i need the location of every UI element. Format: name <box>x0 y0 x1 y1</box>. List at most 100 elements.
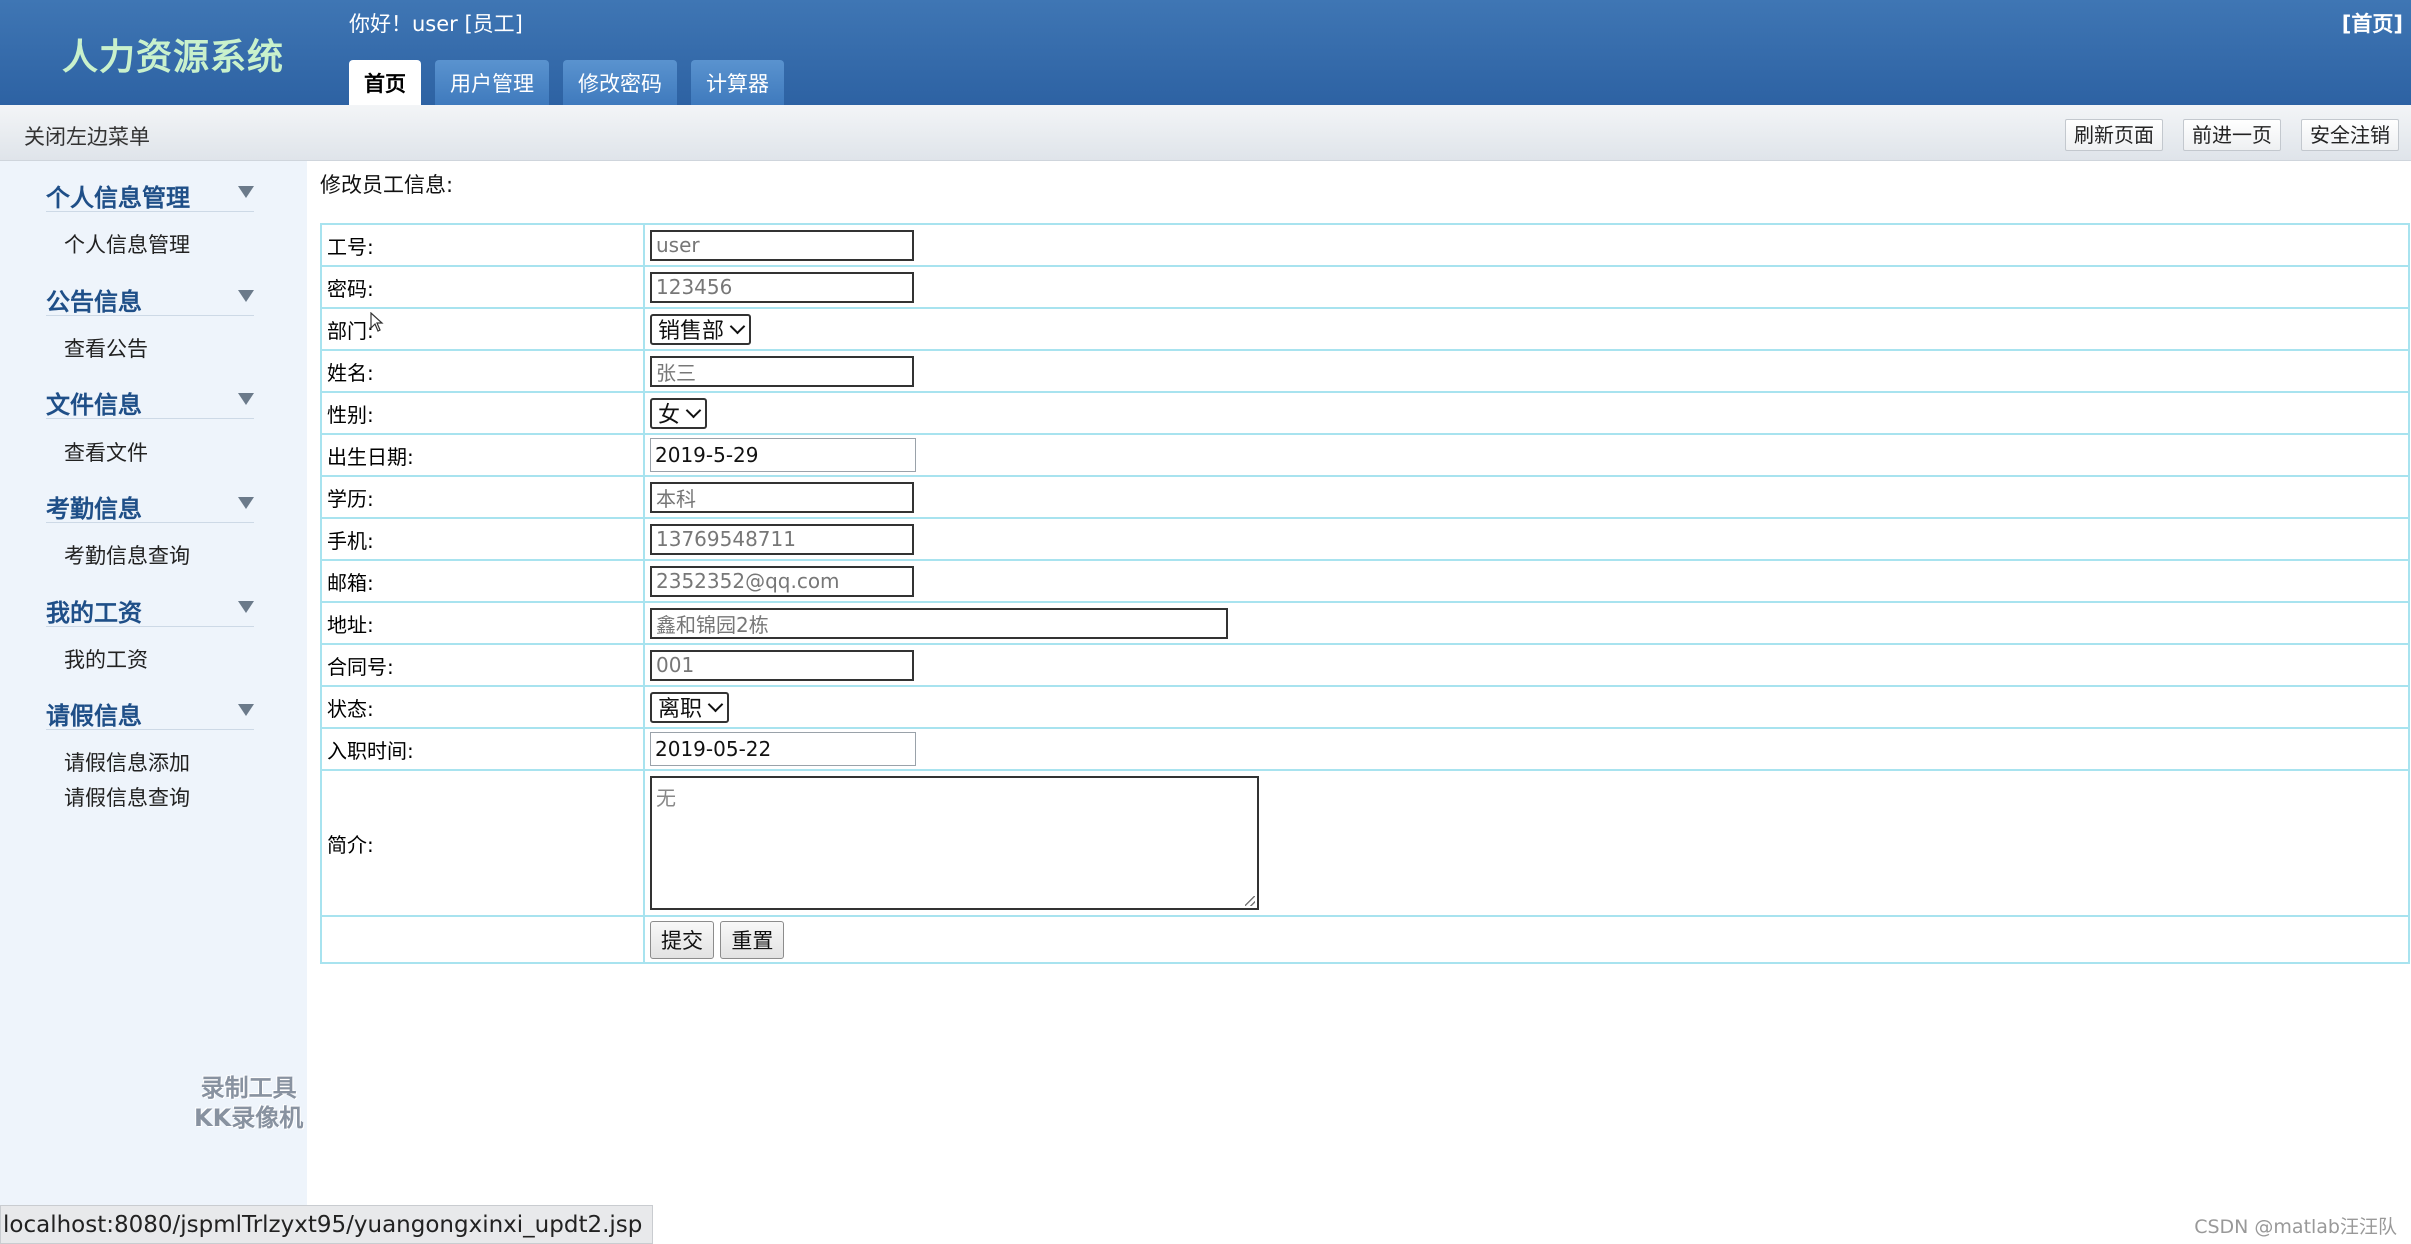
field-label: 手机: <box>320 517 645 561</box>
field-label: 地址: <box>320 601 645 645</box>
tab-change-password[interactable]: 修改密码 <box>563 60 677 105</box>
chevron-down-icon <box>729 318 746 335</box>
password-input[interactable]: 123456 <box>650 271 914 303</box>
sidebar-group-personal-info[interactable]: 个人信息管理 <box>46 178 254 212</box>
toolbar: 关闭左边菜单 刷新页面 前进一页 安全注销 <box>0 105 2411 161</box>
form-row: 手机: 13769548711 <box>320 517 2410 561</box>
toggle-left-menu-link[interactable]: 关闭左边菜单 <box>24 121 150 151</box>
sidebar-group-title: 公告信息 <box>46 288 142 316</box>
form-row: 学历: 本科 <box>320 475 2410 519</box>
triangle-down-icon <box>238 290 254 302</box>
toolbar-buttons: 刷新页面 前进一页 安全注销 <box>2065 119 2399 151</box>
nav-tabs: 首页 用户管理 修改密码 计算器 <box>349 60 784 105</box>
sidebar-item-leave-add[interactable]: 请假信息添加 <box>64 747 190 777</box>
field-label: 姓名: <box>320 349 645 393</box>
triangle-down-icon <box>238 186 254 198</box>
form-row: 状态: 离职 <box>320 685 2410 729</box>
forward-page-button[interactable]: 前进一页 <box>2183 119 2281 151</box>
sidebar-group-leave[interactable]: 请假信息 <box>46 696 254 730</box>
app-logo: 人力资源系统 <box>62 37 285 78</box>
watermark-line: 录制工具 <box>200 1074 297 1102</box>
csdn-credit: CSDN @matlab汪汪队 <box>2194 1216 2397 1238</box>
user-greeting: 你好！user [员工] <box>349 12 523 36</box>
field-label: 出生日期: <box>320 433 645 477</box>
employee-edit-form: 工号: user 密码: 123456 部门: 销售部 姓名: 张三 性别: 女… <box>320 223 2410 964</box>
field-label: 性别: <box>320 391 645 435</box>
form-row: 合同号: 001 <box>320 643 2410 687</box>
chevron-down-icon <box>707 696 724 713</box>
gender-select[interactable]: 女 <box>650 397 708 429</box>
status-select[interactable]: 离职 <box>650 691 730 723</box>
form-row: 提交 重置 <box>320 915 2410 964</box>
sidebar-item-personal-info[interactable]: 个人信息管理 <box>64 229 190 259</box>
form-row: 部门: 销售部 <box>320 307 2410 351</box>
hire-date-input[interactable]: 2019-05-22 <box>650 732 916 766</box>
tab-calculator[interactable]: 计算器 <box>691 60 784 105</box>
form-row: 工号: user <box>320 223 2410 267</box>
resize-grip-icon[interactable] <box>1245 896 1255 906</box>
education-input[interactable]: 本科 <box>650 481 914 513</box>
tab-home[interactable]: 首页 <box>349 60 421 105</box>
empty-label-cell <box>320 915 645 964</box>
sidebar-group-title: 个人信息管理 <box>46 184 190 212</box>
sidebar-item-leave-query[interactable]: 请假信息查询 <box>64 782 190 812</box>
home-link[interactable]: [首页] <box>2342 8 2403 38</box>
sidebar-group-title: 文件信息 <box>46 391 142 419</box>
chevron-down-icon <box>685 402 702 419</box>
department-select[interactable]: 销售部 <box>650 313 752 345</box>
form-row: 出生日期: 2019-5-29 <box>320 433 2410 477</box>
sidebar-item-attendance-query[interactable]: 考勤信息查询 <box>64 540 190 570</box>
field-label: 简介: <box>320 769 645 917</box>
contract-no-input[interactable]: 001 <box>650 649 914 681</box>
sidebar-item-view-files[interactable]: 查看文件 <box>64 437 148 467</box>
form-row: 地址: 鑫和锦园2栋 <box>320 601 2410 645</box>
select-value: 离职 <box>658 697 703 722</box>
watermark-line: KK录像机 <box>194 1104 304 1132</box>
email-input[interactable]: 2352352@qq.com <box>650 565 914 597</box>
sidebar-group-notices[interactable]: 公告信息 <box>46 282 254 316</box>
field-label: 密码: <box>320 265 645 309</box>
mouse-cursor-icon <box>370 312 384 332</box>
form-row: 邮箱: 2352352@qq.com <box>320 559 2410 603</box>
reset-button[interactable]: 重置 <box>720 920 785 959</box>
refresh-page-button[interactable]: 刷新页面 <box>2065 119 2163 151</box>
recorder-watermark: 录制工具 KK录像机 <box>194 1073 303 1133</box>
tab-user-management[interactable]: 用户管理 <box>435 60 549 105</box>
field-label: 合同号: <box>320 643 645 687</box>
form-row: 姓名: 张三 <box>320 349 2410 393</box>
logout-button[interactable]: 安全注销 <box>2301 119 2399 151</box>
triangle-down-icon <box>238 704 254 716</box>
status-bar-url: localhost:8080/jspmlTrlzyxt95/yuangongxi… <box>0 1205 654 1244</box>
sidebar-item-view-notices[interactable]: 查看公告 <box>64 333 148 363</box>
select-value: 女 <box>658 403 681 428</box>
field-label: 入职时间: <box>320 727 645 771</box>
triangle-down-icon <box>238 393 254 405</box>
triangle-down-icon <box>238 601 254 613</box>
field-label: 邮箱: <box>320 559 645 603</box>
form-row: 密码: 123456 <box>320 265 2410 309</box>
textarea-value: 无 <box>656 786 676 810</box>
birth-date-input[interactable]: 2019-5-29 <box>650 438 916 472</box>
form-row: 入职时间: 2019-05-22 <box>320 727 2410 771</box>
job-no-input[interactable]: user <box>650 229 914 261</box>
submit-button[interactable]: 提交 <box>650 920 714 959</box>
form-row: 简介: 无 <box>320 769 2410 917</box>
triangle-down-icon <box>238 497 254 509</box>
form-title: 修改员工信息: <box>320 173 454 197</box>
app-header: 人力资源系统 你好！user [员工] [首页] 首页 用户管理 修改密码 计算… <box>0 0 2411 105</box>
field-label: 状态: <box>320 685 645 729</box>
sidebar-item-my-salary[interactable]: 我的工资 <box>64 644 148 674</box>
form-row: 性别: 女 <box>320 391 2410 435</box>
name-input[interactable]: 张三 <box>650 355 914 387</box>
field-label: 工号: <box>320 223 645 267</box>
address-input[interactable]: 鑫和锦园2栋 <box>650 607 1228 639</box>
sidebar-group-attendance[interactable]: 考勤信息 <box>46 489 254 523</box>
sidebar-group-title: 请假信息 <box>46 702 142 730</box>
sidebar-group-title: 考勤信息 <box>46 495 142 523</box>
sidebar-group-salary[interactable]: 我的工资 <box>46 593 254 627</box>
intro-textarea[interactable]: 无 <box>650 776 1259 910</box>
sidebar-group-files[interactable]: 文件信息 <box>46 385 254 419</box>
field-label: 学历: <box>320 475 645 519</box>
sidebar-group-title: 我的工资 <box>46 599 142 627</box>
phone-input[interactable]: 13769548711 <box>650 523 914 555</box>
